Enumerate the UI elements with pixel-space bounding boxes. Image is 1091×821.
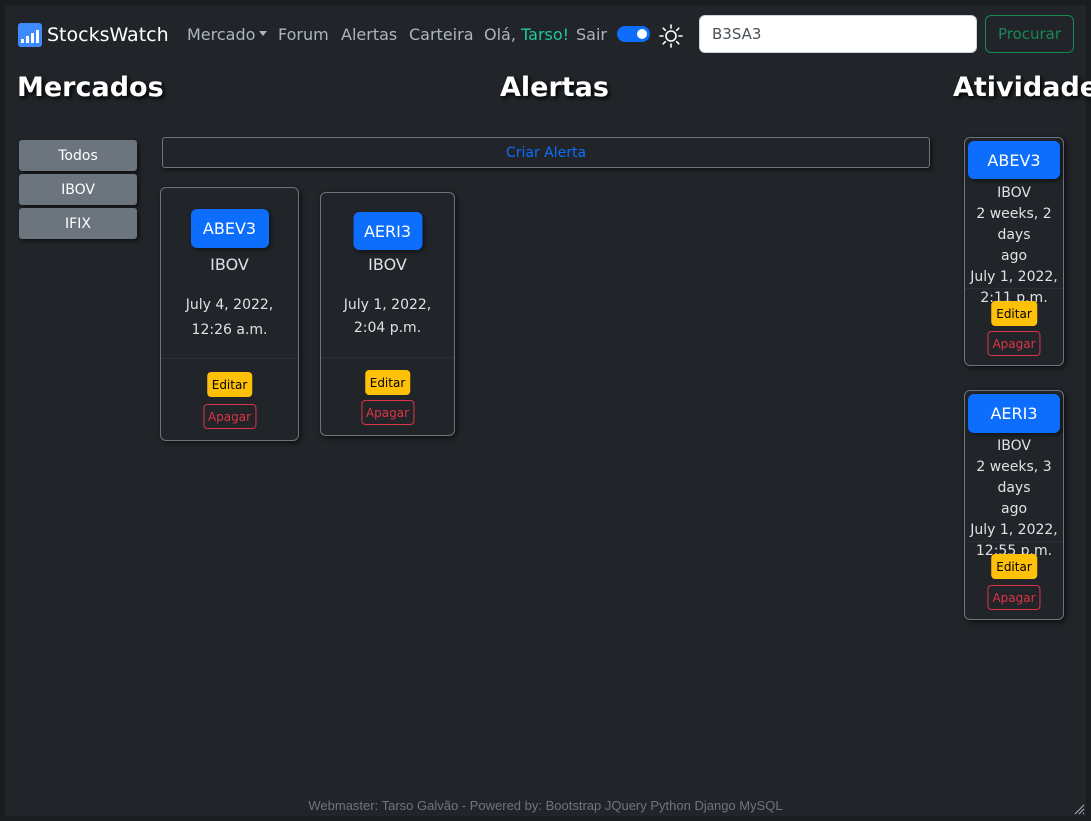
alert-market: IBOV	[368, 255, 407, 274]
nav-forum[interactable]: Forum	[278, 25, 329, 44]
create-alert-button[interactable]: Criar Alerta	[162, 137, 930, 168]
activity-card: ABEV3 IBOV 2 weeks, 2 days ago July 1, 2…	[964, 137, 1064, 366]
card-footer: Editar Apagar	[965, 288, 1063, 366]
alert-time-line: 2:04 p.m.	[353, 320, 422, 336]
alert-market: IBOV	[210, 255, 249, 274]
search-input[interactable]	[699, 15, 977, 53]
card-footer: Editar Apagar	[161, 358, 298, 441]
activity-ago: 2 weeks, 2 days	[976, 206, 1052, 243]
nav-alerts[interactable]: Alertas	[341, 25, 397, 44]
market-button-ifix[interactable]: IFIX	[19, 208, 137, 239]
activity-market: IBOV	[997, 185, 1031, 201]
alert-date-line: July 1, 2022,	[343, 297, 432, 313]
alert-date-line: July 4, 2022,	[185, 297, 274, 313]
delete-button[interactable]: Apagar	[987, 331, 1041, 356]
alert-date: July 1, 2022, 2:04 p.m.	[321, 294, 454, 340]
ticker-button[interactable]: AERI3	[353, 212, 422, 250]
activity-ago-suffix: ago	[1000, 248, 1028, 264]
nav-greeting: Olá, Tarso!	[484, 25, 569, 44]
ticker-button[interactable]: ABEV3	[968, 141, 1060, 179]
activity-date: July 1, 2022,	[970, 269, 1058, 285]
edit-button[interactable]: Editar	[991, 301, 1037, 326]
resize-grip-icon[interactable]	[1073, 803, 1085, 815]
activity-market: IBOV	[997, 438, 1031, 454]
markets-heading: Mercados	[17, 72, 164, 103]
alert-time-line: 12:26 a.m.	[191, 322, 268, 338]
brand-link[interactable]: StocksWatch	[18, 23, 169, 47]
greeting-text: Olá,	[484, 25, 516, 44]
edit-button[interactable]: Editar	[364, 370, 411, 395]
market-button-ibov[interactable]: IBOV	[19, 174, 137, 205]
alert-date: July 4, 2022, 12:26 a.m.	[161, 294, 298, 342]
activity-card: AERI3 IBOV 2 weeks, 3 days ago July 1, 2…	[964, 390, 1064, 620]
ticker-button[interactable]: ABEV3	[190, 209, 269, 248]
user-name[interactable]: Tarso!	[521, 25, 569, 44]
theme-toggle-switch[interactable]	[617, 26, 650, 42]
alert-card: AERI3 IBOV July 1, 2022, 2:04 p.m. Edita…	[320, 192, 455, 436]
edit-button[interactable]: Editar	[206, 372, 253, 397]
alerts-heading: Alertas	[500, 72, 609, 103]
nav-market-dropdown[interactable]: Mercado	[187, 25, 268, 44]
delete-button[interactable]: Apagar	[202, 404, 257, 429]
nav-logout[interactable]: Sair	[576, 25, 607, 44]
activity-ago-suffix: ago	[1000, 501, 1028, 517]
card-footer: Editar Apagar	[965, 541, 1063, 620]
page-footer: Webmaster: Tarso Galvão - Powered by: Bo…	[308, 798, 783, 813]
delete-button[interactable]: Apagar	[360, 400, 415, 425]
brand-name: StocksWatch	[47, 24, 169, 46]
caret-down-icon	[259, 31, 268, 36]
activity-date: July 1, 2022,	[970, 522, 1058, 538]
navbar: StocksWatch Mercado Forum Alertas Cartei…	[0, 0, 1091, 68]
delete-button[interactable]: Apagar	[987, 585, 1041, 610]
ticker-button[interactable]: AERI3	[968, 394, 1060, 433]
edit-button[interactable]: Editar	[991, 554, 1037, 579]
card-footer: Editar Apagar	[321, 357, 454, 436]
activity-ago: 2 weeks, 3 days	[976, 459, 1052, 496]
alert-card: ABEV3 IBOV July 4, 2022, 12:26 a.m. Edit…	[160, 187, 299, 441]
nav-market-label: Mercado	[187, 25, 256, 44]
search-button[interactable]: Procurar	[985, 15, 1074, 53]
activity-heading: Atividade	[953, 72, 1091, 103]
market-button-todos[interactable]: Todos	[19, 140, 137, 171]
sun-icon[interactable]	[659, 24, 683, 48]
nav-wallet[interactable]: Carteira	[409, 25, 474, 44]
signal-bars-icon	[18, 23, 42, 47]
